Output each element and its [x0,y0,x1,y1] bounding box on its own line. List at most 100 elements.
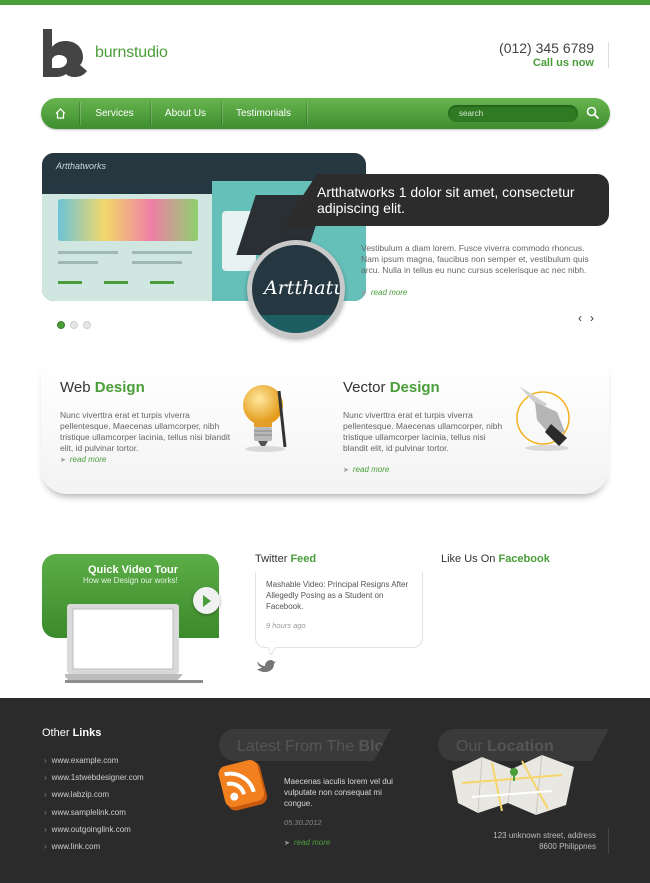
other-links-list: › www.example.com › www.1stwebdesigner.com… [44,756,144,859]
service-title-vector-design: Vector Design [343,379,440,396]
footer-link-label: www.outgoinglink.com [51,824,131,834]
facebook-title-plain: Like Us On [441,553,499,565]
footer-link-label: www.link.com [51,841,101,851]
slider-dot[interactable] [57,321,65,329]
slide-screenshot-header [42,181,212,194]
laptop-image [65,604,203,683]
chevron-right-icon: › [44,807,47,817]
video-tour-title: Quick Video Tour [88,564,178,576]
slide-screenshot-line [150,281,174,284]
footer-link-label: www.1stwebdesigner.com [51,773,144,783]
arrow-icon: ➤ [60,457,66,464]
nav-item-services[interactable]: Services [79,98,150,129]
facebook-title: Like Us On Facebook [441,553,550,565]
top-accent-bar [0,0,650,5]
slide-screenshot [42,181,212,301]
service-title-plain: Vector [343,379,390,396]
slide-zoom-band [252,315,340,333]
slide-description: Vestibulum a diam lorem. Fusce viverra c… [361,243,589,275]
arrow-icon: ➤ [343,467,349,474]
video-tour-subtitle: How we Design our works! [83,576,178,585]
slide-caption-text: Artthatworks 1 dolor sit amet, consectet… [317,184,575,216]
footer-link-label: www.example.com [51,756,119,765]
home-icon [55,108,65,119]
other-links-title: Other Links [42,727,101,739]
nav-item-testimonials[interactable]: Testimonials [221,98,306,129]
light-bulb-icon [243,385,287,452]
chevron-right-icon: › [44,841,47,851]
slide-read-more-link[interactable]: ➤ read more [361,288,407,297]
service-title-accent: Design [389,379,440,396]
nav-separator [306,102,307,125]
prev-arrow-icon[interactable]: ‹ [574,311,586,325]
rss-icon[interactable] [218,758,270,814]
slide-screenshot-line [132,261,182,264]
call-us-text: Call us now [532,57,594,69]
slide-zoom-circle: Artthatu [247,240,345,338]
chevron-right-icon: › [44,790,47,800]
slider-arrows: ‹ › [574,311,598,325]
facebook-title-accent: Facebook [498,553,550,565]
next-arrow-icon[interactable]: › [586,311,598,325]
arrow-icon: ➤ [284,840,290,847]
slider-dot[interactable] [70,321,78,329]
brand-name: burnstudio [95,44,168,61]
footer-link[interactable]: › www.samplelink.com [44,808,144,825]
chevron-right-icon: › [44,824,47,834]
service-title-accent: Design [94,379,145,396]
address-line-2: 8600 Philippnes [539,842,596,851]
service-title-plain: Web [60,379,95,396]
footer-link[interactable]: › www.example.com [44,756,144,773]
footer-link[interactable]: › www.1stwebdesigner.com [44,773,144,790]
address: 123 unknown street, address 8600 Philipp… [470,830,596,852]
web-design-read-more-link[interactable]: ➤ read more [60,455,106,464]
slide-zoom-text: Artthatu [264,277,340,299]
read-more-label: read more [69,455,107,464]
slide-screenshot-line [58,281,82,284]
map-image[interactable] [452,753,574,815]
tweet-bubble-tail [268,647,277,655]
slider-pagination [57,316,96,334]
blog-excerpt: Maecenas iaculis lorem vel dui vulputate… [284,777,393,808]
tweet-text: Mashable Video: Principal Resigns After … [266,580,409,611]
burnstudio-logo[interactable] [41,29,87,77]
service-text: Nunc viverttra erat et turpis viverra pe… [343,410,503,453]
video-tour-title-accent: Video Tour [121,564,179,576]
chevron-right-icon: › [44,756,47,765]
slide-screenshot-line [132,251,192,254]
chevron-right-icon: › [44,773,47,783]
slide-screenshot-artwork [58,199,198,241]
vector-design-read-more-link[interactable]: ➤ read more [343,465,389,474]
pen-tool-icon [516,386,570,451]
twitter-title-accent: Feed [290,553,317,565]
read-more-label: read more [352,465,390,474]
slide-zoom-inner: Artthatu [252,245,340,333]
footer-link[interactable]: › www.outgoinglink.com [44,825,144,842]
search-input[interactable]: search [448,105,578,122]
twitter-title-plain: Twitter [255,553,291,565]
slide-caption: Artthatworks 1 dolor sit amet, consectet… [283,174,609,226]
address-line-1: 123 unknown street, address [493,831,596,840]
blog-date: 05.30.2012 [284,818,322,827]
other-links-title-plain: Other [42,727,73,739]
blog-read-more-link[interactable]: ➤ read more [284,838,330,847]
twitter-bird-icon[interactable] [256,657,276,672]
other-links-title-accent: Links [72,727,102,739]
latest-blog-title-plain: Latest From The [237,738,359,755]
footer-link-label: www.labzip.com [51,790,110,800]
phone-number: (012) 345 6789 [499,40,594,56]
search-icon[interactable] [586,106,600,120]
nav-item-about-us[interactable]: About Us [150,98,221,129]
blog-ribbon: Latest From The Blog [219,729,391,761]
footer-link-label: www.samplelink.com [51,807,126,817]
video-tour-title-plain: Quick [88,564,122,576]
slide-screenshot-line [58,251,118,254]
footer-link[interactable]: › www.link.com [44,842,144,859]
home-button[interactable] [41,98,79,129]
slide-screenshot-line [58,261,98,264]
footer-link[interactable]: › www.labzip.com [44,790,144,807]
slider-dot[interactable] [83,321,91,329]
twitter-feed-title: Twitter Feed [255,553,316,565]
main-nav: Services About Us Testimonials search [41,98,610,129]
divider [608,828,609,854]
